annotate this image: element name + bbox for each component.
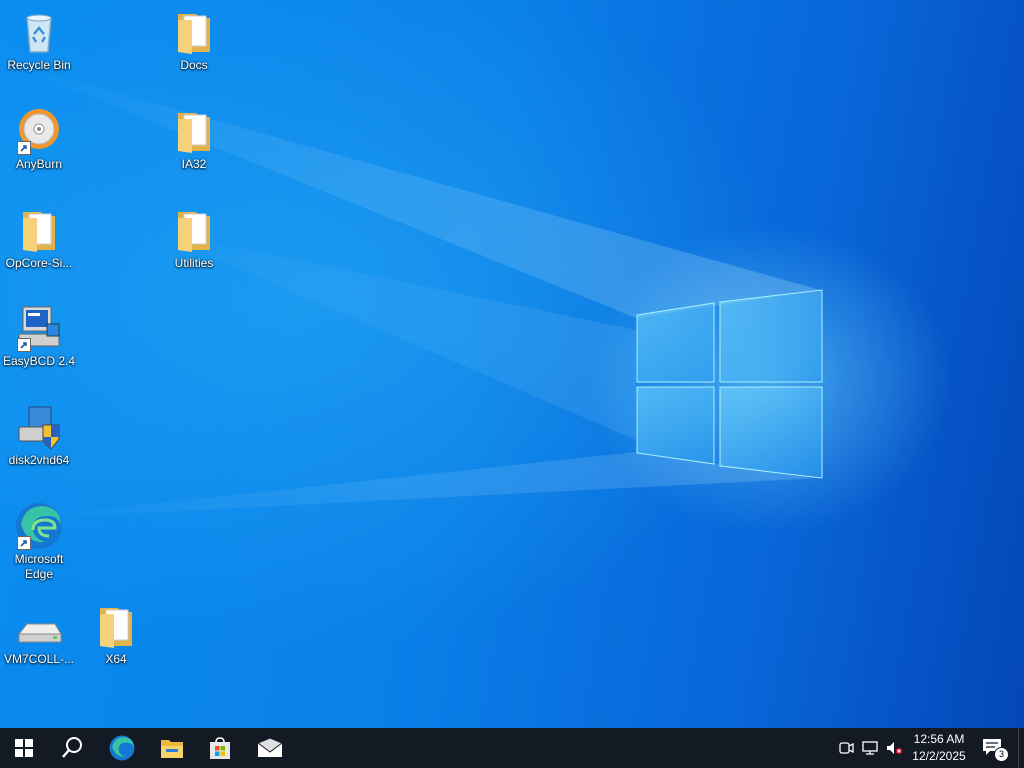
network-icon[interactable] <box>862 740 878 756</box>
desktop-icon-label: X64 <box>105 652 127 666</box>
search-button[interactable] <box>48 728 96 768</box>
drive-icon <box>15 610 63 650</box>
folder-icon <box>170 107 218 155</box>
desktop-icon-utilities[interactable]: Utilities <box>157 206 231 271</box>
folder-icon <box>92 602 140 650</box>
start-button[interactable] <box>0 728 48 768</box>
desktop-icon-label: VM7COLL-... <box>3 652 75 666</box>
desktop-icon-easybcd[interactable]: EasyBCD 2.4 <box>2 304 76 369</box>
taskbar-store-button[interactable] <box>196 728 244 768</box>
mail-icon <box>257 738 283 757</box>
taskbar: 12:56 AM 12/2/2025 3 <box>0 728 1024 768</box>
folder-icon <box>170 206 218 254</box>
desktop-icon-vm7coll[interactable]: VM7COLL-... <box>2 610 76 667</box>
desktop-icon-label: Recycle Bin <box>7 58 71 72</box>
disc-icon <box>15 107 63 155</box>
desktop-icon-edge[interactable]: Microsoft Edge <box>2 502 76 582</box>
taskbar-edge-button[interactable] <box>98 728 146 768</box>
desktop-icon-label: Microsoft Edge <box>14 552 64 581</box>
computer-icon <box>15 304 63 352</box>
meet-now-icon[interactable] <box>838 740 854 756</box>
desktop-icon-label: Docs <box>180 58 208 72</box>
edge-icon <box>109 735 135 761</box>
recycle-bin-icon <box>15 8 63 56</box>
disk-shield-icon <box>15 403 63 451</box>
desktop-icon-ia32[interactable]: IA32 <box>157 107 231 172</box>
shortcut-arrow-icon <box>17 338 31 352</box>
clock-time: 12:56 AM <box>913 732 965 746</box>
file-explorer-icon <box>161 740 183 758</box>
action-center-button[interactable]: 3 <box>980 736 1009 762</box>
wallpaper-windows-logo <box>0 60 823 520</box>
edge-icon <box>15 502 63 550</box>
desktop-icon-label: IA32 <box>181 157 207 171</box>
desktop-icon-disk2vhd[interactable]: disk2vhd64 <box>2 403 76 468</box>
folder-icon <box>170 8 218 56</box>
taskbar-mail-button[interactable] <box>246 728 294 768</box>
taskbar-clock[interactable]: 12:56 AM 12/2/2025 <box>905 731 973 765</box>
show-desktop-button[interactable] <box>1018 728 1024 768</box>
desktop-icon-docs[interactable]: Docs <box>157 8 231 73</box>
search-icon <box>62 737 82 758</box>
clock-date: 12/2/2025 <box>912 749 966 763</box>
windows-logo-icon <box>15 739 33 757</box>
desktop-icon-label: Utilities <box>174 256 214 270</box>
desktop-icon-anyburn[interactable]: AnyBurn <box>2 107 76 172</box>
notification-count-badge: 3 <box>994 747 1009 762</box>
desktop-icon-label: EasyBCD 2.4 <box>2 354 76 368</box>
desktop-icon-x64[interactable]: X64 <box>79 602 153 667</box>
desktop-icon-opcore[interactable]: OpCore-Si... <box>2 206 76 271</box>
folder-icon <box>15 206 63 254</box>
desktop-icon-label: OpCore-Si... <box>5 256 73 270</box>
desktop[interactable]: Recycle Bin AnyBurn OpCore-Si... EasyBCD… <box>0 0 1024 728</box>
shortcut-arrow-icon <box>17 536 31 550</box>
desktop-icon-label: disk2vhd64 <box>8 453 70 467</box>
taskbar-file-explorer-button[interactable] <box>148 728 196 768</box>
desktop-icon-recycle-bin[interactable]: Recycle Bin <box>2 8 76 73</box>
shortcut-arrow-icon <box>17 141 31 155</box>
volume-muted-icon[interactable] <box>886 740 902 756</box>
store-icon <box>210 737 230 759</box>
desktop-icon-label: AnyBurn <box>15 157 63 171</box>
